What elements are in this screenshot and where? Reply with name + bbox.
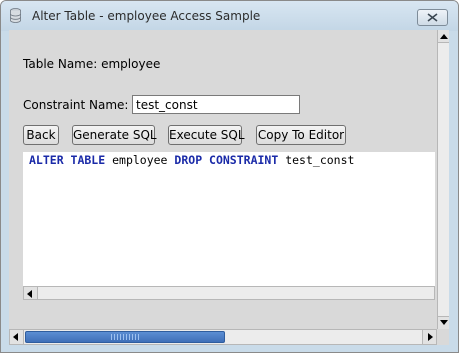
close-x-icon <box>427 13 438 22</box>
arrow-down-icon <box>440 320 448 325</box>
sql-table-name: employee <box>105 153 175 167</box>
window-title: Alter Table - employee Access Sample <box>32 9 261 23</box>
scroll-down-button[interactable] <box>438 316 449 329</box>
title-bar[interactable]: Alter Table - employee Access Sample <box>1 1 458 31</box>
arrow-left-icon <box>27 290 32 298</box>
alter-table-window: Alter Table - employee Access Sample Tab… <box>0 0 459 353</box>
scrollbar-corner <box>437 329 449 345</box>
sql-keyword-alter-table: ALTER TABLE <box>29 153 106 167</box>
arrow-left-icon <box>13 333 18 341</box>
scroll-up-button[interactable] <box>438 30 449 43</box>
vertical-scrollbar[interactable] <box>437 30 449 329</box>
sql-keyword-drop-constraint: DROP CONSTRAINT <box>174 153 279 167</box>
horizontal-scroll-thumb[interactable] <box>25 331 225 343</box>
constraint-name-input[interactable] <box>132 95 300 114</box>
table-name-label: Table Name: employee <box>23 57 161 71</box>
constraint-name-label: Constraint Name: <box>23 98 129 112</box>
sql-editor[interactable]: ALTER TABLE employee DROP CONSTRAINT tes… <box>23 152 435 286</box>
sql-statement: ALTER TABLE employee DROP CONSTRAINT tes… <box>29 153 354 167</box>
execute-sql-button[interactable]: Execute SQL <box>168 125 245 145</box>
scroll-left-button[interactable] <box>24 287 38 299</box>
scroll-right-button[interactable] <box>422 330 436 344</box>
scroll-grip-icon <box>111 334 139 340</box>
copy-to-editor-button[interactable]: Copy To Editor <box>256 125 346 145</box>
dialog-content: Table Name: employee Constraint Name: Ba… <box>9 30 449 345</box>
arrow-right-icon <box>428 333 433 341</box>
close-button[interactable] <box>417 9 448 26</box>
editor-horizontal-scrollbar[interactable] <box>23 286 435 300</box>
generate-sql-button[interactable]: Generate SQL <box>72 125 157 145</box>
sql-constraint-name: test_const <box>278 153 355 167</box>
back-button[interactable]: Back <box>23 125 59 145</box>
database-icon <box>10 8 21 23</box>
horizontal-scrollbar[interactable] <box>9 329 437 345</box>
scroll-left-button[interactable] <box>10 330 24 344</box>
arrow-up-icon <box>440 34 448 39</box>
